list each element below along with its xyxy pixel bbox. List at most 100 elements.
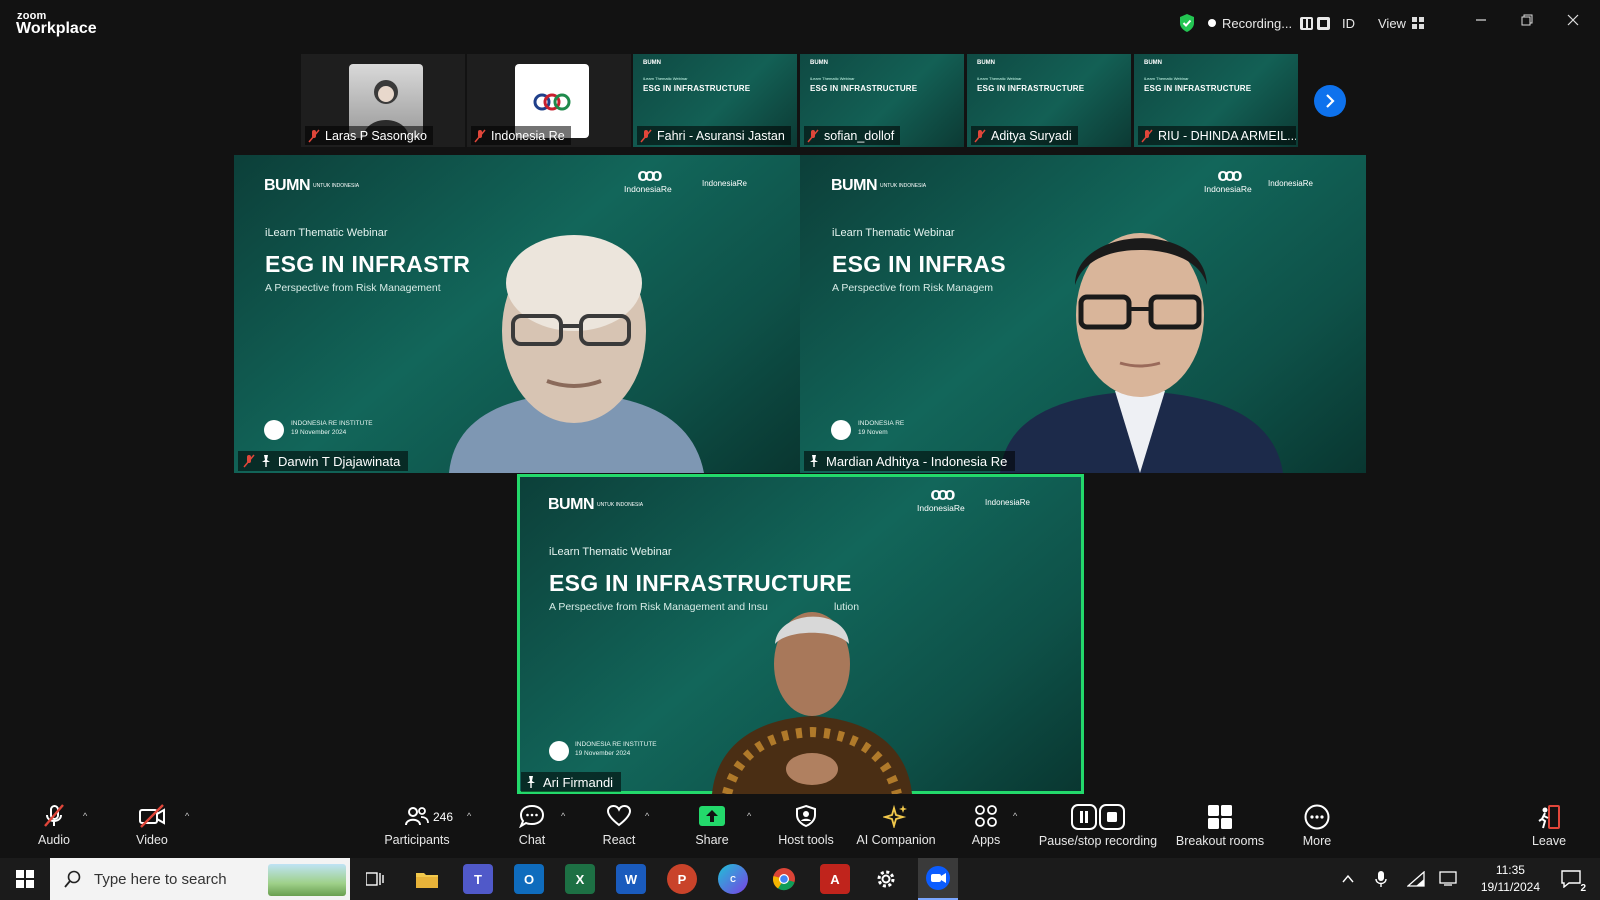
outlook-icon[interactable]: O <box>514 864 544 894</box>
camera-logo-icon <box>549 741 569 761</box>
settings-icon[interactable] <box>871 864 901 894</box>
security-shield-icon[interactable] <box>1178 12 1196 34</box>
participant-thumbnail[interactable]: Indonesia Re <box>467 54 631 147</box>
participant-name-tag: Darwin T Djajawinata <box>238 451 409 471</box>
audio-options-caret[interactable]: ^ <box>83 811 87 821</box>
clock-date: 19/11/2024 <box>1480 880 1540 894</box>
notification-count: 2 <box>1578 883 1588 894</box>
zoom-taskbar-icon[interactable] <box>918 858 958 900</box>
pin-icon <box>810 455 818 467</box>
chat-button[interactable]: Chat <box>510 796 554 858</box>
share-options-caret[interactable]: ^ <box>747 811 751 821</box>
network-icon[interactable] <box>1405 864 1427 894</box>
participant-thumbnail[interactable]: Laras P Sasongko <box>301 54 465 147</box>
video-label: Video <box>136 833 168 847</box>
excel-icon[interactable]: X <box>565 864 595 894</box>
thumbnail-name-tag: RIU - DHINDA ARMEIL... <box>1138 126 1296 145</box>
pause-stop-recording-label: Pause/stop recording <box>1038 834 1158 848</box>
pin-icon <box>527 776 535 788</box>
mini-slide-kicker: iLearn Thematic Webinar <box>977 76 1022 81</box>
active-speaker-tile[interactable]: BUMN UNTUK INDONESIA ooo IndonesiaRe Indon… <box>517 474 1084 794</box>
react-button[interactable]: React <box>597 796 641 858</box>
pause-recording-button[interactable] <box>1300 16 1314 30</box>
participants-icon <box>405 807 429 826</box>
word-icon[interactable]: W <box>616 864 646 894</box>
mini-slide-title: ESG IN INFRASTRUCTURE <box>810 84 918 93</box>
leave-button[interactable]: Leave <box>1527 796 1571 858</box>
video-options-caret[interactable]: ^ <box>185 811 189 821</box>
recording-label: Recording... <box>1222 15 1293 31</box>
powerpoint-icon[interactable]: P <box>667 864 697 894</box>
sparkle-icon <box>883 804 907 828</box>
file-explorer-icon[interactable] <box>412 864 442 894</box>
slide-institute: INDONESIA RE INSTITUTE 19 November 2024 <box>575 741 657 757</box>
next-page-button[interactable] <box>1314 85 1346 117</box>
start-button[interactable] <box>10 864 40 894</box>
mini-slide-brand: BUMN <box>643 60 661 66</box>
slide-title: ESG IN INFRASTRUCTURE <box>549 570 852 596</box>
teams-icon[interactable]: T <box>463 864 493 894</box>
participant-thumbnail[interactable]: BUMN iLearn Thematic Webinar ESG IN INFR… <box>1134 54 1298 147</box>
view-button[interactable]: View <box>1378 12 1424 34</box>
video-tile[interactable]: BUMN UNTUK INDONESIA ooo IndonesiaRe Indon… <box>234 155 800 473</box>
leave-icon <box>1538 805 1560 829</box>
display-tray-icon[interactable] <box>1437 864 1459 894</box>
ai-companion-button[interactable]: AI Companion <box>853 796 939 858</box>
share-label: Share <box>695 833 729 847</box>
chrome-icon[interactable] <box>769 864 799 894</box>
recording-indicator[interactable]: Recording... <box>1208 12 1331 34</box>
thumbnail-name-tag: Indonesia Re <box>471 126 571 145</box>
system-clock[interactable]: 11:35 19/11/2024 <box>1481 862 1540 896</box>
shield-icon <box>796 804 816 828</box>
mini-slide-brand: BUMN <box>810 60 828 66</box>
recording-dot-icon <box>1208 19 1216 27</box>
microphone-tray-icon[interactable] <box>1370 864 1392 894</box>
task-view-icon <box>366 872 384 886</box>
pause-stop-recording-button[interactable]: Pause/stop recording <box>1034 796 1162 858</box>
taskbar-search-input[interactable]: Type here to search <box>50 858 350 900</box>
participants-button[interactable]: Participants <box>378 796 456 858</box>
mic-muted-icon <box>640 129 652 142</box>
participants-options-caret[interactable]: ^ <box>467 811 471 821</box>
more-button[interactable]: More <box>1295 796 1339 858</box>
slide-kicker: iLearn Thematic Webinar <box>265 227 388 239</box>
canva-icon[interactable]: C <box>718 864 748 894</box>
share-button[interactable]: Share <box>689 796 735 858</box>
apps-button[interactable]: Apps <box>964 796 1008 858</box>
camera-logo-icon <box>264 420 284 440</box>
slide-brand-logo: BUMN UNTUK INDONESIA <box>264 177 360 194</box>
meeting-toolbar: Audio ^ Video ^ Participants 246 ^ Chat … <box>0 796 1600 858</box>
video-button[interactable]: Video <box>130 796 174 858</box>
breakout-rooms-button[interactable]: Breakout rooms <box>1172 796 1268 858</box>
search-icon <box>64 870 81 888</box>
participant-thumbnail[interactable]: BUMN iLearn Thematic Webinar ESG IN INFR… <box>633 54 797 147</box>
indonesia-re-logo: ooo IndonesiaRe <box>917 484 965 513</box>
chat-options-caret[interactable]: ^ <box>561 811 565 821</box>
more-label: More <box>1302 834 1332 848</box>
host-tools-button[interactable]: Host tools <box>775 796 837 858</box>
participant-thumbnail[interactable]: BUMN iLearn Thematic Webinar ESG IN INFR… <box>800 54 964 147</box>
participant-thumbnail[interactable]: BUMN iLearn Thematic Webinar ESG IN INFR… <box>967 54 1131 147</box>
video-tile[interactable]: BUMN UNTUK INDONESIA ooo IndonesiaRe Indon… <box>800 155 1366 473</box>
react-options-caret[interactable]: ^ <box>645 811 649 821</box>
thumbnail-name-tag: Laras P Sasongko <box>305 126 433 145</box>
mini-slide-kicker: iLearn Thematic Webinar <box>1144 76 1189 81</box>
close-button[interactable] <box>1558 10 1588 34</box>
minimize-button[interactable] <box>1466 10 1496 34</box>
apps-options-caret[interactable]: ^ <box>1013 811 1017 821</box>
meeting-id-button[interactable]: ID <box>1342 12 1355 34</box>
stop-recording-button[interactable] <box>1317 16 1331 30</box>
mini-slide-brand: BUMN <box>977 60 995 66</box>
participants-count: 246 <box>433 810 454 824</box>
institute-logo: IndonesiaRe <box>702 179 747 188</box>
audio-button[interactable]: Audio <box>32 796 76 858</box>
acrobat-icon[interactable]: A <box>820 864 850 894</box>
slide-institute: INDONESIA RE 19 Novem <box>858 420 905 436</box>
apps-label: Apps <box>971 833 1001 847</box>
restore-button[interactable] <box>1512 10 1542 34</box>
show-hidden-icons-chevron-icon[interactable] <box>1337 864 1359 894</box>
pin-icon <box>262 455 270 467</box>
notification-center-button[interactable]: 2 <box>1556 864 1588 894</box>
mini-slide-kicker: iLearn Thematic Webinar <box>643 76 688 81</box>
task-view-button[interactable] <box>360 864 390 894</box>
